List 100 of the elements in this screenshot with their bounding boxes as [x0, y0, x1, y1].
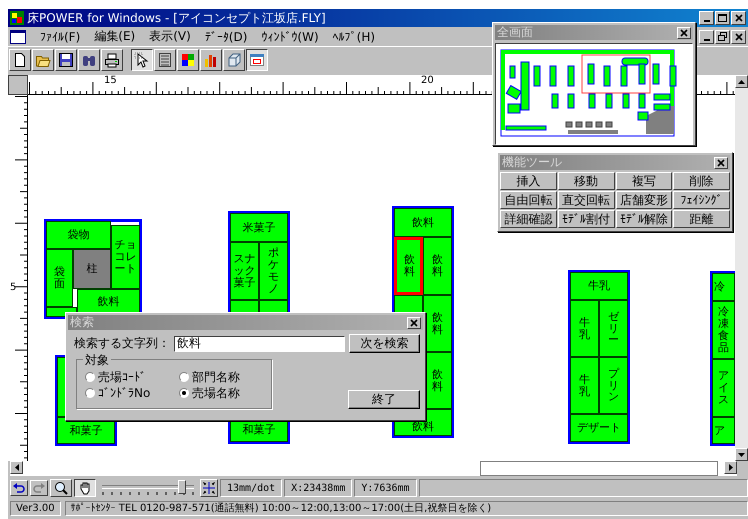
scroll-thumb[interactable] — [480, 461, 718, 476]
list-icon — [157, 52, 173, 68]
radio-label[interactable]: ｺﾞﾝﾄﾞﾗNo — [98, 386, 150, 400]
find-next-button[interactable]: 次を検索 — [348, 334, 420, 353]
maximize-icon — [718, 14, 727, 22]
slider-thumb[interactable] — [178, 480, 186, 494]
scroll-down-button[interactable] — [735, 448, 748, 461]
tool-button[interactable]: ﾌｪｲｼﾝｸﾞ — [673, 191, 730, 209]
right-arrow-icon — [728, 464, 732, 471]
shelf[interactable]: 飲料 — [423, 237, 452, 295]
zoom-button[interactable] — [50, 479, 72, 497]
close-button[interactable] — [731, 11, 746, 25]
end-button[interactable]: 終了 — [348, 390, 420, 409]
minimize-icon — [704, 20, 710, 22]
shelf[interactable]: 冷 — [712, 273, 735, 301]
left-arrow-icon — [14, 464, 18, 471]
pillar[interactable]: 柱 — [73, 249, 111, 289]
horizontal-scrollbar[interactable] — [10, 461, 737, 476]
pointer-icon — [134, 52, 150, 68]
shelf[interactable]: 牛乳 — [570, 300, 599, 357]
tool-button[interactable]: 自由回転 — [500, 191, 557, 209]
restore-button[interactable] — [715, 30, 730, 44]
search-label: 検索する文字列： — [74, 335, 170, 352]
radio-label[interactable]: 売場ｺｰﾄﾞ — [98, 368, 146, 386]
readout: Y:7636mm — [354, 479, 417, 497]
menu-item[interactable]: ﾌｧｲﾙ(F) — [40, 30, 80, 44]
palette-title: 全画面 — [497, 24, 533, 41]
toolbar-button[interactable] — [131, 49, 153, 71]
radio-button[interactable] — [85, 388, 95, 398]
printer-icon — [104, 52, 120, 68]
shelf[interactable]: ゼリー — [599, 300, 628, 357]
redo-button[interactable] — [30, 480, 48, 496]
shelf[interactable]: チョコレート — [111, 225, 140, 289]
minimize-button[interactable] — [699, 30, 714, 44]
close-icon — [410, 318, 418, 326]
menu-item[interactable]: ﾃﾞｰﾀ(D) — [204, 30, 248, 44]
shelf[interactable]: プリン — [599, 357, 628, 414]
close-icon — [717, 158, 725, 166]
radio-label[interactable]: 売場名称 — [192, 384, 240, 402]
tool-button[interactable]: 直交回転 — [558, 191, 614, 209]
tool-button[interactable]: 挿入 — [500, 172, 557, 190]
shelf[interactable]: 飲料 — [423, 295, 452, 352]
color-grid-icon — [180, 52, 196, 68]
group-label: 対象 — [83, 352, 111, 369]
close-button[interactable] — [407, 316, 421, 328]
shelf[interactable]: 飲料 — [77, 289, 140, 314]
shelf[interactable]: 冷凍食品 — [712, 301, 735, 359]
close-button[interactable] — [714, 156, 728, 168]
scroll-left-button[interactable] — [10, 461, 23, 474]
close-icon — [680, 28, 688, 36]
menu-item[interactable]: 表示(V) — [149, 28, 191, 45]
tool-button[interactable]: 店舗変形 — [616, 191, 672, 209]
tool-button[interactable]: 移動 — [558, 172, 614, 190]
minimize-button[interactable] — [699, 11, 714, 25]
shelf[interactable]: ア — [712, 417, 735, 444]
down-arrow-icon — [738, 452, 745, 456]
shelf[interactable]: 米菓子 — [230, 213, 288, 242]
undo-button[interactable] — [10, 480, 28, 496]
radio-button[interactable] — [179, 372, 189, 382]
shelf[interactable]: デザート — [570, 414, 628, 442]
shelf[interactable]: 飲料 — [394, 237, 423, 295]
tool-button[interactable]: 複写 — [616, 172, 672, 190]
close-button[interactable] — [731, 30, 746, 44]
search-input[interactable]: 飲料 — [174, 336, 345, 352]
shelf[interactable]: アイス — [712, 359, 735, 417]
pan-button[interactable] — [74, 479, 96, 497]
close-button[interactable] — [677, 26, 691, 38]
toolbar-button[interactable] — [246, 49, 268, 71]
radio-button[interactable] — [85, 372, 95, 382]
shelf[interactable]: 袋面 — [46, 249, 73, 307]
menu-item[interactable]: ｳｨﾝﾄﾞｳ(W) — [261, 30, 319, 44]
scroll-up-button[interactable] — [735, 75, 748, 88]
window-title: 床POWER for Windows - [アイコンセプト江坂店.FLY] — [27, 10, 326, 26]
shelf[interactable]: 牛乳 — [570, 272, 628, 300]
close-icon — [734, 32, 742, 40]
radio-button[interactable] — [179, 388, 189, 398]
maximize-button[interactable] — [715, 11, 730, 25]
scroll-right-button[interactable] — [724, 461, 737, 474]
menu-item[interactable]: 編集(E) — [94, 28, 136, 45]
hand-icon — [78, 481, 92, 495]
shelf[interactable]: 飲料 — [394, 208, 452, 237]
search-icon — [54, 481, 68, 495]
undo-arrow-icon — [13, 483, 25, 493]
shelf[interactable]: 牛乳 — [570, 357, 599, 414]
shelf[interactable]: ポケモノ — [259, 242, 288, 300]
fit-button[interactable] — [200, 479, 218, 497]
shelf[interactable]: 袋物 — [46, 221, 111, 249]
menu-item[interactable]: ﾍﾙﾌﾟ(H) — [332, 30, 376, 44]
tool-button[interactable]: 距離 — [673, 210, 730, 228]
radio-label[interactable]: 部門名称 — [192, 368, 240, 386]
minimize-icon — [704, 38, 710, 40]
shelf[interactable]: スナック菓子 — [230, 242, 259, 300]
readout: X:23438mm — [284, 479, 352, 497]
tool-button[interactable]: 削除 — [673, 172, 730, 190]
tool-button[interactable]: ﾓﾃﾞﾙ解除 — [616, 210, 672, 228]
ruler-label: 20 — [421, 76, 434, 86]
app-icon — [10, 11, 24, 25]
vertical-scrollbar[interactable] — [735, 75, 748, 461]
tool-button[interactable]: ﾓﾃﾞﾙ割付 — [558, 210, 614, 228]
tool-button[interactable]: 詳細確認 — [500, 210, 557, 228]
